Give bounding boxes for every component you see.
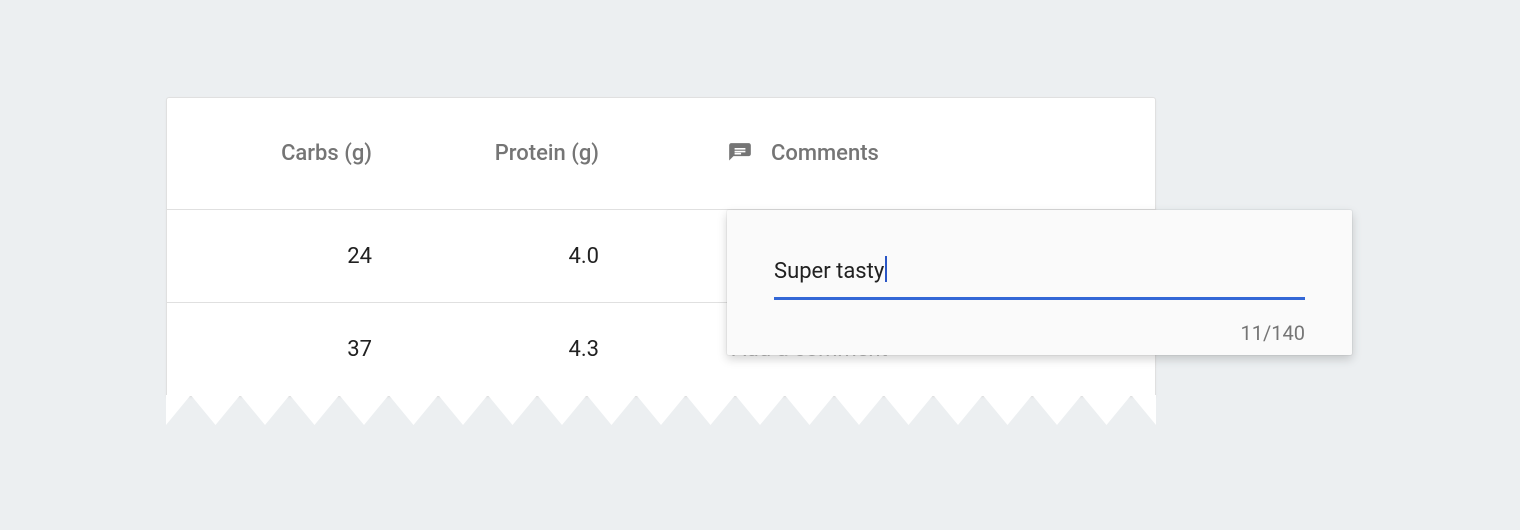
text-caret [885, 256, 887, 282]
comment-editor-popup: Super tasty 11/140 [727, 210, 1352, 355]
cell-protein: 4.3 [402, 337, 627, 362]
comment-input-value: Super tasty [774, 258, 884, 286]
cell-carbs: 37 [167, 337, 402, 362]
character-counter: 11/140 [1241, 321, 1305, 345]
cell-protein: 4.0 [402, 244, 627, 269]
comment-icon [727, 141, 753, 167]
column-header-comments[interactable]: Comments [627, 141, 1155, 167]
stage: Carbs (g) Protein (g) Comments 24 4.0 37… [0, 0, 1520, 530]
column-header-protein[interactable]: Protein (g) [402, 141, 627, 166]
column-header-comments-label: Comments [771, 141, 879, 166]
comment-input[interactable]: Super tasty [774, 256, 1305, 300]
cell-carbs: 24 [167, 244, 402, 269]
torn-edge-decoration [166, 395, 1156, 425]
table-header-row: Carbs (g) Protein (g) Comments [167, 98, 1155, 210]
input-underline [774, 297, 1305, 300]
column-header-carbs[interactable]: Carbs (g) [167, 141, 402, 166]
